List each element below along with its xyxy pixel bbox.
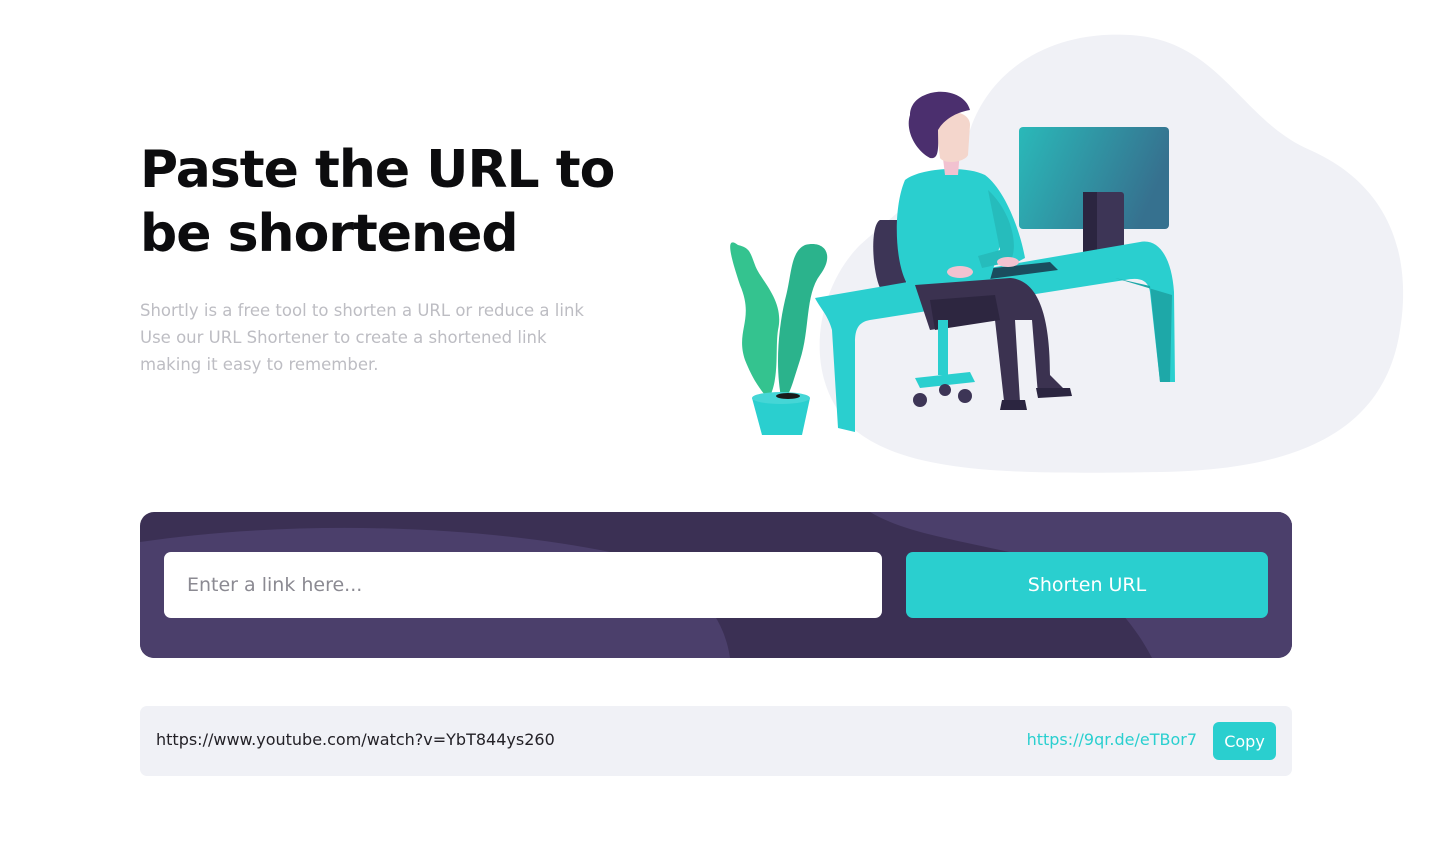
url-input[interactable]: [164, 552, 882, 618]
plant-leaf: [778, 244, 828, 402]
hero-description-line: Use our URL Shortener to create a shorte…: [140, 328, 547, 347]
shortened-link-result: https://www.youtube.com/watch?v=YbT844ys…: [140, 706, 1292, 776]
plant-leaf: [730, 242, 780, 400]
copy-button[interactable]: Copy: [1213, 722, 1276, 760]
short-url-link[interactable]: https://9qr.de/eTBor7: [1027, 730, 1197, 749]
hero-description-line: making it easy to remember.: [140, 355, 379, 374]
original-url: https://www.youtube.com/watch?v=YbT844ys…: [156, 730, 555, 749]
shorten-form-panel: Shorten URL: [140, 512, 1292, 658]
page-title: Paste the URL to be shortened: [140, 140, 615, 264]
hero-description: Shortly is a free tool to shorten a URL …: [140, 297, 660, 378]
hero-description-line: Shortly is a free tool to shorten a URL …: [140, 301, 584, 320]
chair-post: [938, 320, 948, 375]
person-working-at-desk-illustration: [730, 34, 1404, 473]
shorten-url-button[interactable]: Shorten URL: [906, 552, 1268, 618]
